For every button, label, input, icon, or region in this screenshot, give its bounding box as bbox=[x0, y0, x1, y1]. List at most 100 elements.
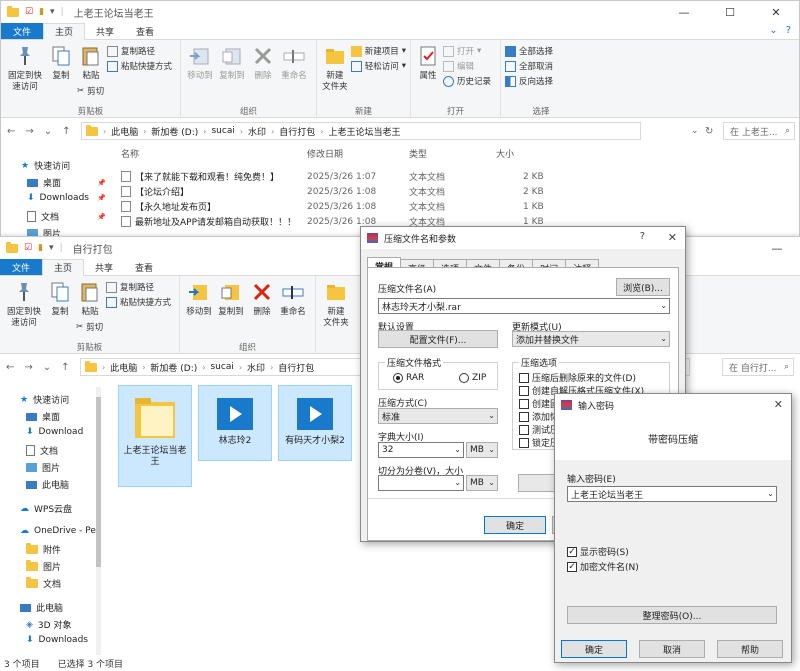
ribbon-collapse-icon[interactable]: ⌄ bbox=[769, 25, 777, 36]
dictionary-size-select[interactable]: 32 ⌄ bbox=[378, 442, 464, 458]
zip-radio[interactable]: ZIP bbox=[459, 373, 486, 383]
chevron-down-icon[interactable]: ⌄ bbox=[767, 489, 774, 498]
back-icon[interactable]: ← bbox=[6, 362, 14, 373]
nav-wps-cloud[interactable]: ☁ WPS云盘 bbox=[20, 502, 72, 516]
recent-dropdown-icon[interactable]: ⌄ bbox=[43, 362, 51, 373]
nav-this-pc[interactable]: 此电脑 bbox=[26, 478, 69, 491]
close-icon[interactable]: ✕ bbox=[774, 398, 783, 411]
split-size-input[interactable]: ⌄ bbox=[378, 475, 464, 491]
nav-quick-access[interactable]: ★ 快速访问 bbox=[21, 159, 70, 173]
copy-path-button[interactable]: 复制路径 bbox=[107, 45, 172, 57]
solid-checkbox[interactable]: 创建固 bbox=[519, 397, 559, 410]
nav-this-pc-2[interactable]: 此电脑 bbox=[20, 601, 63, 614]
split-unit-select[interactable]: MB ⌄ bbox=[466, 475, 498, 491]
nav-downloads[interactable]: ⬇ Downloads 📌 bbox=[27, 193, 107, 203]
archive-name-input[interactable]: 林志玲天才小梨.rar ⌄ bbox=[378, 298, 670, 314]
update-mode-select[interactable]: 添加并替换文件 ⌄ bbox=[512, 331, 670, 347]
minimize-button[interactable]: — bbox=[754, 237, 800, 259]
path-dropdown-icon[interactable]: ⌄ bbox=[691, 126, 699, 136]
method-select[interactable]: 标准 ⌄ bbox=[378, 408, 498, 424]
tab-view[interactable]: 查看 bbox=[125, 23, 165, 39]
delete-after-checkbox[interactable]: 压缩后删除原来的文件(D) bbox=[519, 371, 636, 384]
file-tile-folder[interactable]: 上老王论坛当老王 bbox=[118, 385, 192, 487]
nav-pictures-2[interactable]: 图片 bbox=[26, 560, 61, 573]
cut-button[interactable]: ✂ 剪切 bbox=[76, 321, 103, 333]
new-folder-button[interactable]: 新建 文件夹 bbox=[320, 278, 352, 354]
nav-attachments[interactable]: 附件 bbox=[26, 543, 61, 556]
tab-file[interactable]: 文件 bbox=[1, 23, 44, 39]
new-folder-icon[interactable]: ▮ bbox=[39, 7, 44, 17]
history-button[interactable]: 历史记录 bbox=[443, 75, 491, 87]
nav-scrollbar[interactable] bbox=[96, 387, 101, 657]
header-date[interactable]: 修改日期 bbox=[307, 147, 343, 160]
nav-documents-2[interactable]: 文档 bbox=[26, 577, 61, 590]
tab-share[interactable]: 共享 bbox=[85, 23, 125, 39]
test-checkbox[interactable]: 测试压 bbox=[519, 423, 559, 436]
nav-onedrive[interactable]: ☁ OneDrive - Pe bbox=[20, 526, 96, 536]
cancel-button[interactable]: 取消 bbox=[639, 640, 705, 658]
tab-share[interactable]: 共享 bbox=[84, 259, 124, 275]
nav-desktop[interactable]: 桌面 bbox=[26, 410, 60, 423]
back-icon[interactable]: ← bbox=[7, 126, 15, 137]
file-tile-video[interactable]: 有码天才小梨2 bbox=[278, 385, 352, 461]
chevron-down-icon[interactable]: ⌄ bbox=[660, 301, 667, 310]
refresh-icon[interactable]: ↻ bbox=[705, 126, 713, 137]
nav-pictures[interactable]: 图片 bbox=[26, 461, 60, 474]
tab-home[interactable]: 主页 bbox=[43, 23, 86, 40]
tab-file[interactable]: 文件 bbox=[0, 259, 43, 275]
help-icon[interactable]: ? bbox=[640, 231, 645, 242]
header-size[interactable]: 大小 bbox=[496, 147, 514, 160]
nav-documents[interactable]: 文档 📌 bbox=[27, 210, 107, 223]
file-tile-video[interactable]: 林志玲2 bbox=[198, 385, 272, 461]
lock-checkbox[interactable]: 锁定压 bbox=[519, 436, 559, 449]
paste-shortcut-button[interactable]: 粘贴快捷方式 bbox=[107, 60, 172, 72]
browse-button[interactable]: 浏览(B)... bbox=[616, 278, 670, 296]
close-icon[interactable]: ✕ bbox=[668, 231, 677, 244]
password-input[interactable]: 上老王论坛当老王 ⌄ bbox=[567, 486, 777, 502]
address-bar[interactable]: › 此电脑 › 新加卷 (D:) › sucai › 水印 › 自行打包 › 上老王论坛当… bbox=[81, 122, 641, 140]
cut-button[interactable]: ✂ 剪切 bbox=[77, 85, 104, 97]
up-icon[interactable]: ↑ bbox=[62, 126, 70, 137]
search-input[interactable]: 在 自行打... ⌕ bbox=[722, 358, 794, 376]
paste-shortcut-button[interactable]: 粘贴快捷方式 bbox=[106, 296, 171, 308]
easy-access-button[interactable]: 轻松访问 ▾ bbox=[350, 60, 406, 72]
forward-icon[interactable]: → bbox=[25, 126, 33, 137]
ok-button[interactable]: 确定 bbox=[484, 516, 546, 534]
select-all-button[interactable]: 全部选择 bbox=[505, 45, 553, 57]
nav-desktop[interactable]: 桌面 📌 bbox=[27, 176, 107, 189]
tab-home[interactable]: 主页 bbox=[42, 259, 85, 276]
nav-documents[interactable]: 文档 bbox=[26, 444, 58, 457]
organize-passwords-button[interactable]: 整理密码(O)... bbox=[567, 606, 777, 624]
open-button[interactable]: 打开 ▾ bbox=[443, 45, 491, 57]
header-name[interactable]: 名称 bbox=[121, 147, 139, 160]
properties-check-icon[interactable]: ☑ bbox=[25, 7, 33, 17]
recent-dropdown-icon[interactable]: ⌄ bbox=[44, 126, 52, 137]
maximize-button[interactable]: ☐ bbox=[707, 1, 753, 23]
qa-dropdown-icon[interactable]: ▾ bbox=[50, 7, 55, 17]
show-password-checkbox[interactable]: ✓ 显示密码(S) bbox=[567, 545, 629, 558]
close-button[interactable]: ✕ bbox=[753, 1, 799, 23]
nav-downloads[interactable]: ⬇ Download bbox=[26, 427, 83, 437]
nav-quick-access[interactable]: ★ 快速访问 bbox=[20, 393, 69, 407]
ok-button[interactable]: 确定 bbox=[561, 640, 627, 658]
copy-path-button[interactable]: 复制路径 bbox=[106, 281, 171, 293]
header-type[interactable]: 类型 bbox=[409, 147, 427, 160]
forward-icon[interactable]: → bbox=[24, 362, 32, 373]
nav-3d-objects[interactable]: ◈ 3D 对象 bbox=[26, 618, 71, 632]
recovery-checkbox[interactable]: 添加恢 bbox=[519, 410, 559, 423]
properties-check-icon[interactable]: ☑ bbox=[24, 243, 32, 253]
help-button[interactable]: 帮助 bbox=[717, 640, 783, 658]
help-icon[interactable]: ? bbox=[786, 25, 791, 36]
nav-downloads-2[interactable]: ⬇ Downloads bbox=[26, 635, 88, 645]
set-password-button[interactable] bbox=[518, 474, 558, 492]
edit-button[interactable]: 编辑 bbox=[443, 60, 491, 72]
new-item-button[interactable]: 新建项目 ▾ bbox=[350, 45, 406, 57]
invert-selection-button[interactable]: 反向选择 bbox=[505, 75, 553, 87]
qa-dropdown-icon[interactable]: ▾ bbox=[49, 243, 54, 253]
select-none-button[interactable]: 全部取消 bbox=[505, 60, 553, 72]
new-folder-icon[interactable]: ▮ bbox=[38, 243, 43, 253]
profiles-button[interactable]: 配置文件(F)... bbox=[378, 330, 498, 348]
tab-view[interactable]: 查看 bbox=[124, 259, 164, 275]
encrypt-filenames-checkbox[interactable]: ✓ 加密文件名(N) bbox=[567, 560, 639, 573]
rar-radio[interactable]: RAR bbox=[393, 373, 424, 383]
